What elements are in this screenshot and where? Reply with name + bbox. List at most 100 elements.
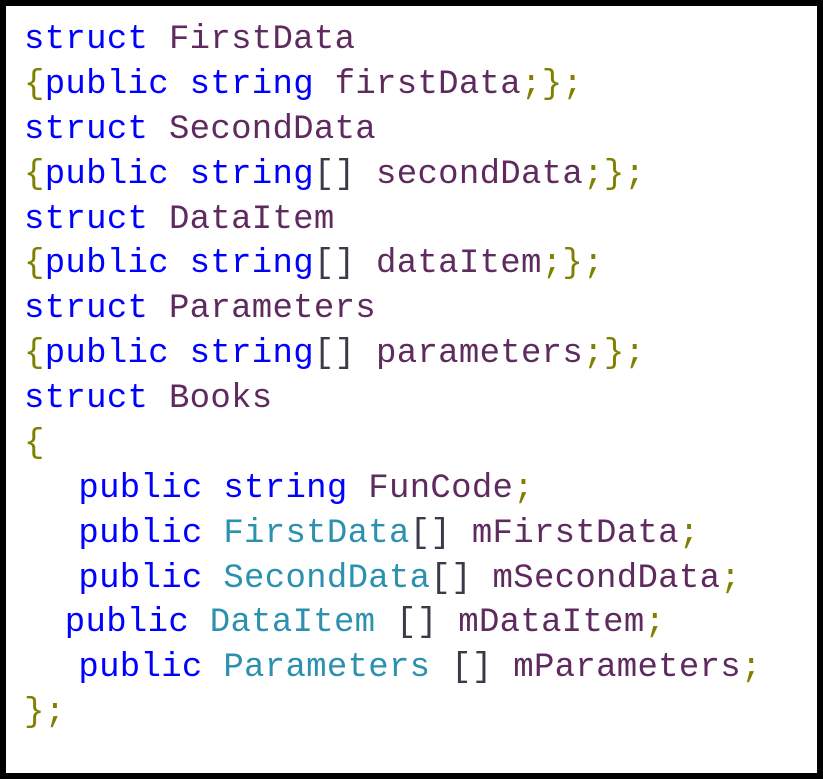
code-token: { — [24, 425, 45, 463]
code-token — [169, 156, 190, 194]
code-token: public — [45, 245, 169, 283]
code-token — [355, 335, 376, 373]
code-token: public — [45, 335, 169, 373]
code-token: Books — [169, 380, 273, 418]
code-token: DataItem — [210, 604, 376, 642]
code-token: ; — [513, 470, 534, 508]
code-token: mSecondData — [493, 560, 721, 598]
code-token: { — [24, 156, 45, 194]
code-token: { — [24, 245, 45, 283]
code-token: FirstData — [223, 515, 409, 553]
code-token: string — [190, 156, 314, 194]
code-line: {public string[] secondData;}; — [24, 153, 799, 198]
code-token — [203, 649, 224, 687]
code-token: Parameters — [223, 649, 430, 687]
code-token: ; — [583, 156, 604, 194]
code-line: struct DataItem — [24, 198, 799, 243]
code-token — [472, 560, 493, 598]
code-line: public SecondData[] mSecondData; — [24, 557, 799, 602]
code-token: } — [562, 245, 583, 283]
code-token — [203, 515, 224, 553]
code-token: [] — [314, 335, 355, 373]
code-token — [314, 66, 335, 104]
code-token: [] — [314, 156, 355, 194]
code-token: { — [24, 66, 45, 104]
code-token: FunCode — [368, 470, 513, 508]
code-token — [438, 604, 459, 642]
code-token — [148, 111, 169, 149]
code-token — [355, 156, 376, 194]
code-token: secondData — [376, 156, 583, 194]
code-line: { — [24, 422, 799, 467]
code-token: FirstData — [169, 21, 355, 59]
code-token — [148, 201, 169, 239]
code-token: [] — [451, 649, 492, 687]
code-line: public Parameters [] mParameters; — [24, 646, 799, 691]
code-token — [203, 560, 224, 598]
code-token — [148, 290, 169, 328]
code-token — [169, 335, 190, 373]
code-token: public — [45, 66, 169, 104]
code-token: string — [190, 335, 314, 373]
code-token: [] — [396, 604, 437, 642]
code-token: SecondData — [169, 111, 376, 149]
code-block: struct FirstData{public string firstData… — [24, 18, 799, 736]
code-token: ; — [583, 245, 604, 283]
code-token: struct — [24, 290, 148, 328]
code-token: ; — [625, 335, 646, 373]
code-token: { — [24, 335, 45, 373]
code-token: ; — [542, 245, 563, 283]
code-token: SecondData — [223, 560, 430, 598]
code-line: public FirstData[] mFirstData; — [24, 512, 799, 557]
code-token: mParameters — [513, 649, 741, 687]
code-token: struct — [24, 21, 148, 59]
code-token: DataItem — [169, 201, 335, 239]
code-line: public string FunCode; — [24, 467, 799, 512]
code-token: ; — [521, 66, 542, 104]
code-token: ; — [45, 694, 66, 732]
code-token: firstData — [335, 66, 521, 104]
code-line: struct FirstData — [24, 18, 799, 63]
code-line: {public string[] parameters;}; — [24, 332, 799, 377]
code-token: ; — [625, 156, 646, 194]
code-token: } — [604, 335, 625, 373]
code-token — [493, 649, 514, 687]
code-token: struct — [24, 201, 148, 239]
code-token — [148, 380, 169, 418]
code-token: mDataItem — [458, 604, 644, 642]
code-token — [375, 604, 396, 642]
code-token: public — [45, 156, 169, 194]
code-token: public — [78, 649, 202, 687]
code-token: parameters — [376, 335, 583, 373]
code-token: ; — [583, 335, 604, 373]
code-token: string — [190, 66, 314, 104]
code-line: struct Parameters — [24, 287, 799, 332]
code-token — [169, 66, 190, 104]
code-token: public — [65, 604, 189, 642]
code-token: Parameters — [169, 290, 376, 328]
code-token: string — [223, 470, 347, 508]
code-line: public DataItem [] mDataItem; — [24, 601, 799, 646]
code-token — [189, 604, 210, 642]
code-token: } — [604, 156, 625, 194]
code-token — [169, 245, 190, 283]
code-token — [203, 470, 224, 508]
code-token: dataItem — [376, 245, 542, 283]
code-token: [] — [410, 515, 451, 553]
code-line: }; — [24, 691, 799, 736]
code-token: public — [78, 515, 202, 553]
code-token — [148, 21, 169, 59]
code-token: public — [78, 470, 202, 508]
code-token: ; — [562, 66, 583, 104]
code-token — [355, 245, 376, 283]
code-token: ; — [741, 649, 762, 687]
code-token: public — [78, 560, 202, 598]
code-snippet-container: struct FirstData{public string firstData… — [0, 0, 823, 779]
code-token: ; — [720, 560, 741, 598]
code-token — [430, 649, 451, 687]
code-line: struct SecondData — [24, 108, 799, 153]
code-token: [] — [430, 560, 471, 598]
code-token: } — [542, 66, 563, 104]
code-token: mFirstData — [472, 515, 679, 553]
code-line: {public string firstData;}; — [24, 63, 799, 108]
